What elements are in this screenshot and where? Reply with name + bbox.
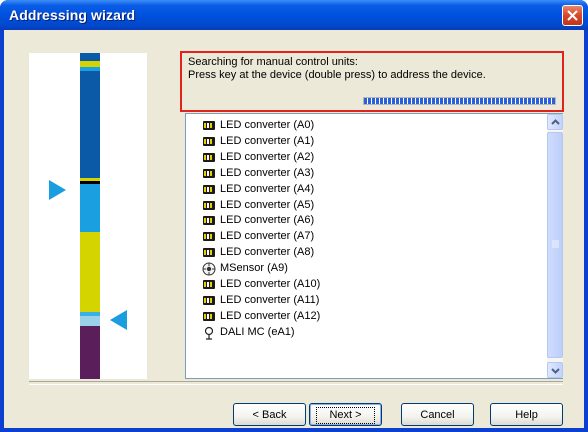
status-line-2: Press key at the device (double press) t… [188, 69, 486, 81]
led-converter-icon [203, 311, 215, 321]
device-label: LED converter (A12) [220, 309, 321, 322]
device-label: MSensor (A9) [220, 262, 288, 275]
device-label: LED converter (A2) [220, 150, 315, 163]
led-converter-icon [203, 121, 215, 130]
next-button[interactable]: Next > [309, 403, 382, 426]
help-button[interactable]: Help [490, 403, 563, 426]
end-marker-icon [110, 310, 127, 330]
device-label: LED converter (A11) [220, 293, 320, 306]
device-label: LED converter (A1) [220, 134, 315, 147]
status-line-1: Searching for manual control units: [188, 56, 358, 68]
scroll-up-button[interactable] [547, 114, 563, 130]
bar-segment-light-blue [80, 184, 100, 232]
device-label: LED converter (A3) [220, 166, 315, 179]
progress-fill [364, 98, 555, 104]
start-marker-icon [49, 180, 66, 200]
push-button-icon [204, 326, 214, 340]
vertical-scrollbar[interactable] [547, 114, 563, 378]
device-label: LED converter (A8) [220, 246, 315, 259]
led-converter-icon [203, 280, 215, 289]
window-title: Addressing wizard [9, 7, 136, 23]
led-converter-icon [203, 136, 215, 146]
device-label: DALI MC (eA1) [220, 325, 295, 338]
led-converter-icon [203, 200, 215, 210]
wizard-body: Searching for manual control units: Pres… [4, 30, 584, 428]
led-converter-icon [203, 232, 215, 242]
sensor-icon [202, 262, 216, 276]
device-list[interactable]: LED converter (A0) LED converter (A1) LED … [185, 113, 563, 379]
close-icon [567, 10, 578, 21]
back-button[interactable]: < Back [233, 403, 306, 426]
bar-segment-dark-blue [80, 71, 100, 178]
scroll-down-button[interactable] [547, 362, 563, 378]
search-progress-bar [363, 97, 556, 105]
chevron-up-icon [551, 119, 560, 125]
led-converter-icon [203, 248, 215, 258]
led-converter-icon [203, 168, 215, 178]
title-bar[interactable]: Addressing wizard [0, 0, 588, 30]
scroll-thumb[interactable] [547, 132, 563, 358]
button-separator [29, 381, 563, 385]
next-button-label: Next > [316, 406, 375, 424]
address-range-graphic [29, 53, 147, 379]
device-label: LED converter (A7) [220, 230, 315, 243]
chevron-down-icon [551, 368, 560, 374]
led-converter-icon [203, 152, 215, 162]
led-converter-icon [203, 295, 215, 305]
led-converter-icon [203, 184, 215, 194]
device-label: LED converter (A0) [220, 119, 315, 131]
cancel-button[interactable]: Cancel [401, 403, 474, 426]
search-status-box: Searching for manual control units: Pres… [180, 51, 564, 112]
bar-segment-blue-top [80, 53, 100, 61]
addressing-wizard-window: Addressing wizard Searching for manual c… [0, 0, 588, 432]
led-converter-icon [203, 216, 215, 226]
grip-icon [552, 240, 559, 248]
device-label: LED converter (A6) [220, 214, 315, 227]
bar-segment-purple [80, 326, 100, 379]
bar-segment-yellow [80, 232, 100, 312]
device-label: LED converter (A5) [220, 198, 315, 211]
close-button[interactable] [562, 5, 583, 26]
device-label: LED converter (A4) [220, 182, 315, 195]
bar-segment-pale [80, 316, 100, 326]
device-label: LED converter (A10) [220, 278, 321, 290]
